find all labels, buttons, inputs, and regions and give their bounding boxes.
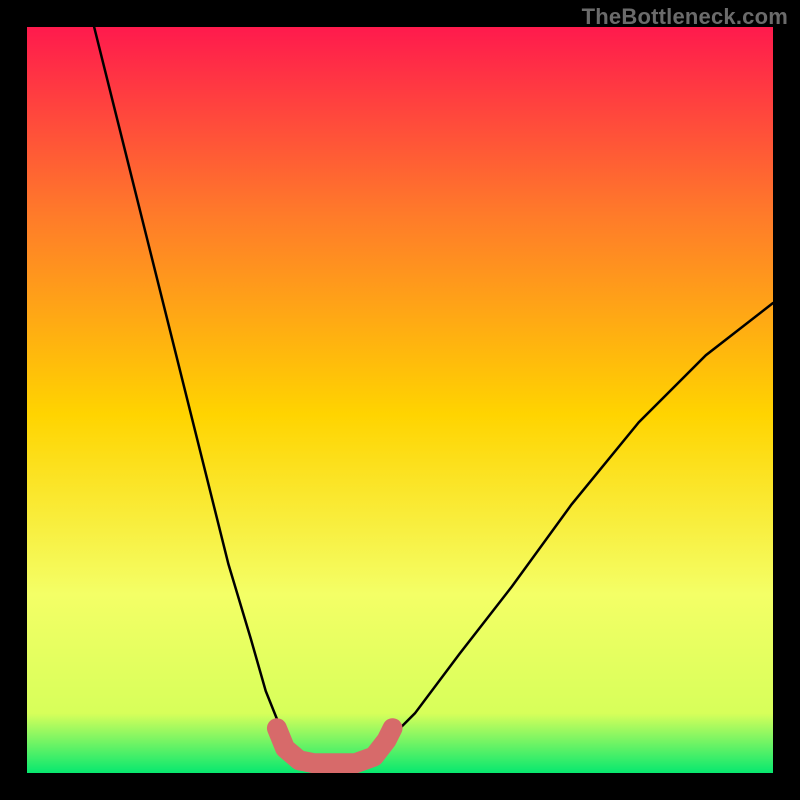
chart-frame: TheBottleneck.com xyxy=(0,0,800,800)
plot-area xyxy=(27,27,773,773)
watermark-text: TheBottleneck.com xyxy=(582,4,788,30)
chart-svg xyxy=(27,27,773,773)
